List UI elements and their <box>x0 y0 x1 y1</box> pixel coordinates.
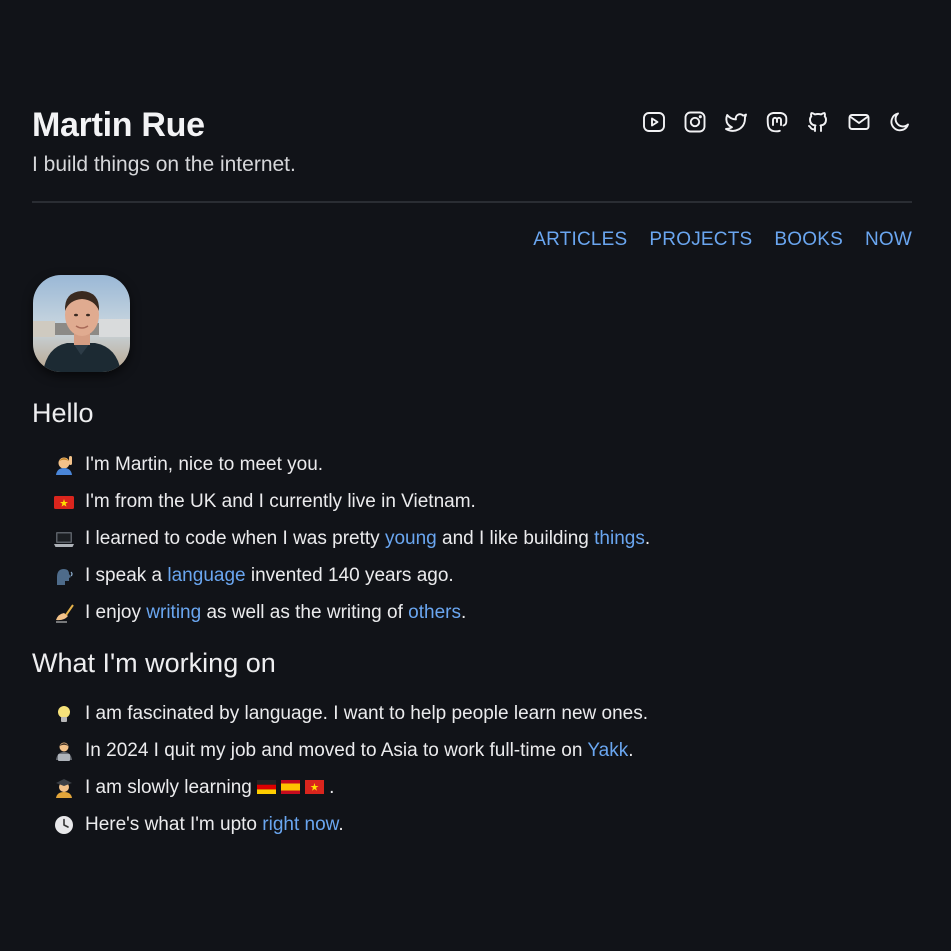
person-raising-hand-emoji <box>53 454 75 476</box>
list-item: Here's what I'm upto right now. <box>53 806 648 843</box>
tagline: I build things on the internet. <box>32 153 296 176</box>
list-item: In 2024 I quit my job and moved to Asia … <box>53 732 648 769</box>
vietnam-flag-emoji <box>305 780 325 795</box>
list-item: I learned to code when I was pretty youn… <box>53 520 650 557</box>
germany-flag-emoji <box>257 780 277 795</box>
link-things[interactable]: things <box>594 528 645 549</box>
item-text: I am slowly learning . <box>85 776 335 798</box>
item-text: I speak a language invented 140 years ag… <box>85 564 454 586</box>
hello-list: I'm Martin, nice to meet you. I'm from t… <box>53 446 650 631</box>
list-item: I enjoy writing as well as the writing o… <box>53 594 650 631</box>
item-text: I'm from the UK and I currently live in … <box>85 490 476 512</box>
nav-projects[interactable]: PROJECTS <box>649 229 752 251</box>
nav-now[interactable]: NOW <box>865 229 912 251</box>
youtube-icon[interactable] <box>642 109 666 135</box>
instagram-icon[interactable] <box>683 109 707 135</box>
mail-icon[interactable] <box>847 109 871 135</box>
light-bulb-emoji <box>53 703 75 725</box>
work-heading: What I'm working on <box>32 648 276 678</box>
clock-emoji <box>53 814 75 836</box>
list-item: I'm Martin, nice to meet you. <box>53 446 650 483</box>
link-others[interactable]: others <box>408 602 461 623</box>
link-young[interactable]: young <box>385 528 437 549</box>
nav-articles[interactable]: ARTICLES <box>533 229 627 251</box>
moon-icon[interactable] <box>888 109 912 135</box>
list-item: I am fascinated by language. I want to h… <box>53 695 648 732</box>
item-text: I am fascinated by language. I want to h… <box>85 702 648 724</box>
laptop-emoji <box>53 528 75 550</box>
github-icon[interactable] <box>806 109 830 135</box>
technologist-emoji <box>53 740 75 762</box>
link-writing[interactable]: writing <box>146 602 201 623</box>
list-item: I speak a language invented 140 years ag… <box>53 557 650 594</box>
link-right-now[interactable]: right now <box>262 814 338 835</box>
main-nav: ARTICLES PROJECTS BOOKS NOW <box>533 229 912 251</box>
list-item: I'm from the UK and I currently live in … <box>53 483 650 520</box>
twitter-icon[interactable] <box>724 109 748 135</box>
avatar <box>33 275 130 372</box>
link-language[interactable]: language <box>167 565 245 586</box>
item-text: I enjoy writing as well as the writing o… <box>85 601 467 623</box>
spain-flag-emoji <box>281 780 301 795</box>
header-divider <box>32 201 912 203</box>
item-text: In 2024 I quit my job and moved to Asia … <box>85 739 634 761</box>
item-text: Here's what I'm upto right now. <box>85 813 344 835</box>
speaking-head-emoji <box>53 565 75 587</box>
page: Martin Rue I build things on the interne… <box>0 0 951 951</box>
link-yakk[interactable]: Yakk <box>587 740 628 761</box>
hello-heading: Hello <box>32 398 94 428</box>
work-list: I am fascinated by language. I want to h… <box>53 695 648 843</box>
social-links <box>642 109 912 135</box>
writing-hand-emoji <box>53 602 75 624</box>
vietnam-flag-emoji <box>53 491 75 513</box>
list-item: I am slowly learning . <box>53 769 648 806</box>
mastodon-icon[interactable] <box>765 109 789 135</box>
nav-books[interactable]: BOOKS <box>774 229 843 251</box>
item-text: I'm Martin, nice to meet you. <box>85 453 324 475</box>
student-emoji <box>53 777 75 799</box>
site-title[interactable]: Martin Rue <box>32 106 205 145</box>
item-text: I learned to code when I was pretty youn… <box>85 527 651 549</box>
